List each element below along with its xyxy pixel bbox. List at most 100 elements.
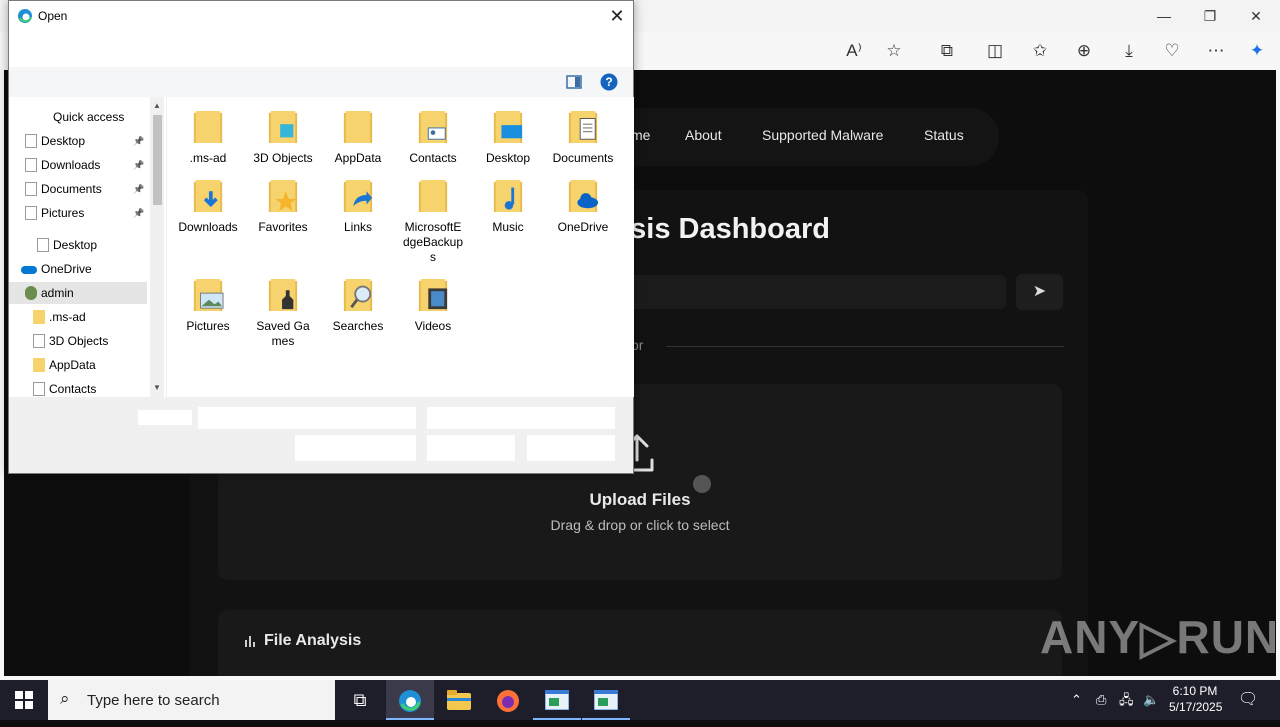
filename-input[interactable]	[198, 407, 416, 429]
saved-games-folder-icon	[268, 279, 298, 311]
nav-item[interactable]: Contacts	[9, 378, 147, 397]
file-item-label: Downloads	[178, 220, 238, 234]
nav-supported-malware[interactable]: Supported Malware	[762, 127, 883, 143]
read-aloud-icon[interactable]: A⁾	[841, 38, 867, 64]
file-item[interactable]: Documents	[546, 109, 620, 166]
help-icon[interactable]: ?	[600, 73, 618, 91]
svg-text:?: ?	[605, 75, 612, 89]
file-item-label: Searches	[332, 319, 384, 333]
filetype-dropdown[interactable]	[427, 407, 615, 429]
user-icon	[25, 286, 37, 300]
file-item[interactable]: MicrosoftEdgeBackups	[396, 178, 470, 265]
close-window-button[interactable]: ✕	[1233, 0, 1279, 32]
downloads-icon	[25, 158, 37, 172]
nav-about[interactable]: About	[685, 127, 722, 143]
clock[interactable]: 6:10 PM 5/17/2025	[1169, 683, 1223, 723]
scroll-thumb[interactable]	[153, 115, 162, 205]
file-item[interactable]: AppData	[321, 109, 395, 166]
nav-item-label: Contacts	[49, 382, 97, 396]
open-button[interactable]	[427, 435, 515, 461]
chevron-up-icon[interactable]: ⌃	[1071, 680, 1082, 720]
meet-now-icon[interactable]: ⎙	[1096, 680, 1106, 720]
firefox-icon	[497, 690, 519, 712]
task-view-icon[interactable]: ⧉	[336, 680, 384, 720]
desktop-icon	[25, 134, 37, 148]
nav-item[interactable]: Desktop	[9, 234, 147, 256]
file-item[interactable]: Searches	[321, 277, 395, 334]
file-item[interactable]: Saved Games	[246, 277, 320, 349]
split-screen-icon[interactable]: ◫	[982, 38, 1008, 64]
scroll-up-icon[interactable]: ▲	[153, 101, 161, 110]
nav-item[interactable]: OneDrive	[9, 258, 147, 280]
file-item-label: Pictures	[186, 319, 230, 333]
clock-date: 5/17/2025	[1169, 700, 1223, 714]
minimize-button[interactable]: —	[1141, 0, 1187, 32]
windows-start-icon[interactable]	[15, 691, 33, 709]
firefox-taskbar-icon[interactable]	[484, 680, 532, 720]
nav-status[interactable]: Status	[924, 127, 964, 143]
file-item-label: Contacts	[409, 151, 457, 165]
cancel-button[interactable]	[527, 435, 615, 461]
favorites-icon[interactable]: ✩	[1027, 38, 1053, 64]
dialog-close-button[interactable]: ✕	[605, 3, 629, 29]
contacts-folder-icon	[418, 111, 448, 143]
downloads-icon[interactable]: ⤓	[1116, 38, 1142, 64]
nav-item[interactable]: Quick access	[9, 106, 147, 128]
file-item[interactable]: Music	[471, 178, 545, 235]
music-folder-icon	[493, 180, 523, 212]
browser-essentials-icon[interactable]: ♡	[1159, 38, 1185, 64]
file-item-label: MicrosoftEdgeBackups	[402, 220, 464, 264]
window-app-icon	[544, 689, 570, 711]
nav-item-label: Desktop	[41, 134, 86, 148]
nav-item[interactable]: .ms-ad	[9, 306, 147, 328]
scroll-down-icon[interactable]: ▼	[153, 383, 161, 392]
collections-icon[interactable]: ⊕	[1071, 38, 1097, 64]
file-item[interactable]: Favorites	[246, 178, 320, 235]
folder-icon	[33, 310, 45, 324]
file-list-pane: .ms-ad 3D Objects AppData Contacts Desktop Do…	[166, 97, 634, 397]
file-item[interactable]: Downloads	[171, 178, 245, 235]
taskbar-search-box[interactable]: ⌕ Type here to search	[48, 680, 335, 720]
notifications-icon[interactable]: 🗨	[1238, 680, 1258, 720]
file-explorer-taskbar-icon[interactable]	[435, 680, 483, 720]
file-item[interactable]: OneDrive	[546, 178, 620, 235]
edge-taskbar-icon[interactable]	[386, 680, 434, 720]
nav-item[interactable]: Documents 📌	[9, 178, 147, 200]
tools-button[interactable]	[295, 435, 416, 461]
copilot-icon[interactable]: ✦	[1244, 38, 1270, 64]
filename-label	[138, 410, 192, 425]
upload-subtitle: Drag & drop or click to select	[550, 517, 730, 533]
edge-icon	[399, 690, 421, 712]
file-item[interactable]: Videos	[396, 277, 470, 334]
file-item[interactable]: 3D Objects	[246, 109, 320, 166]
file-item[interactable]: Contacts	[396, 109, 470, 166]
file-item[interactable]: Links	[321, 178, 395, 235]
nav-item[interactable]: AppData	[9, 354, 147, 376]
search-icon: ⌕	[60, 689, 70, 708]
folder-icon	[193, 111, 223, 143]
nav-item[interactable]: Desktop 📌	[9, 130, 147, 152]
app-window-taskbar-icon[interactable]	[533, 680, 581, 720]
file-item[interactable]: .ms-ad	[171, 109, 245, 166]
file-item-label: AppData	[334, 151, 382, 165]
send-button[interactable]: ➤	[1016, 274, 1063, 310]
extensions-icon[interactable]: ⧉	[934, 38, 960, 64]
nav-item[interactable]: 3D Objects	[9, 330, 147, 352]
file-item[interactable]: Desktop	[471, 109, 545, 166]
more-icon[interactable]: ⋯	[1203, 38, 1229, 64]
network-icon[interactable]: 🖧	[1119, 680, 1134, 720]
url-input[interactable]	[614, 275, 1006, 309]
preview-pane-icon[interactable]	[566, 75, 582, 89]
volume-icon[interactable]: 🔈	[1143, 680, 1159, 720]
restore-button[interactable]: ❐	[1187, 0, 1233, 32]
file-item[interactable]: Pictures	[171, 277, 245, 334]
contacts-icon	[33, 382, 45, 396]
app-window-taskbar-icon-2[interactable]	[582, 680, 630, 720]
favorite-star-icon[interactable]: ☆	[881, 38, 907, 64]
nav-item-label: AppData	[49, 358, 96, 372]
nav-item[interactable]: Downloads 📌	[9, 154, 147, 176]
nav-item[interactable]: Pictures 📌	[9, 202, 147, 224]
pin-icon: 📌	[133, 160, 145, 170]
send-icon: ➤	[1032, 283, 1047, 300]
nav-item[interactable]: admin	[9, 282, 147, 304]
